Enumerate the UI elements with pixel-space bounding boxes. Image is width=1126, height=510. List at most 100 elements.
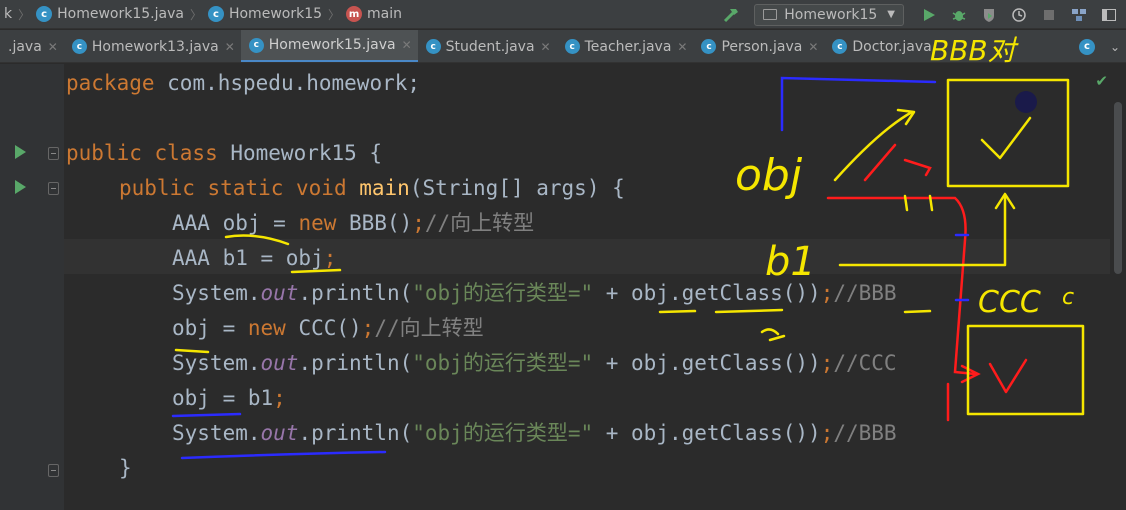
tab-label: Homework13.java bbox=[91, 38, 219, 55]
close-icon[interactable]: ✕ bbox=[541, 40, 551, 54]
tab-doctor[interactable]: c Doctor.java bbox=[824, 30, 937, 62]
run-class-icon[interactable] bbox=[15, 145, 26, 159]
comment: //向上转型 bbox=[424, 211, 535, 235]
scrollbar-thumb[interactable] bbox=[1114, 102, 1122, 274]
string-literal: "obj的运行类型=" bbox=[412, 421, 594, 445]
tab-label: Homework15.java bbox=[268, 37, 396, 53]
close-icon[interactable]: ✕ bbox=[402, 38, 412, 52]
breadcrumb-class[interactable]: c Homework15 bbox=[204, 0, 326, 29]
tab-homework13[interactable]: c Homework13.java ✕ bbox=[64, 30, 241, 62]
application-config-icon bbox=[763, 9, 778, 20]
class-file-icon: c bbox=[36, 6, 53, 22]
bug-icon bbox=[952, 10, 966, 21]
close-icon[interactable]: ✕ bbox=[48, 40, 58, 54]
class-icon: c bbox=[248, 37, 264, 53]
breadcrumb-file-label: Homework15.java bbox=[57, 6, 184, 22]
code-line-8: obj = new CCC();//向上转型 bbox=[172, 311, 484, 346]
keyword: new bbox=[298, 211, 337, 235]
semicolon: ; bbox=[820, 421, 834, 445]
run-configuration-select[interactable]: Homework15 ▼ bbox=[754, 3, 904, 26]
shield-run-icon bbox=[984, 8, 994, 22]
close-icon[interactable]: ✕ bbox=[225, 40, 235, 54]
toolbar: Homework15 ▼ bbox=[720, 0, 1126, 29]
chevron-down-icon[interactable]: ⌄ bbox=[1110, 40, 1120, 54]
build-hammer-icon[interactable] bbox=[720, 4, 742, 26]
semicolon: ; bbox=[820, 351, 834, 375]
editor-tab-bar: .java ✕ c Homework13.java ✕ c Homework15… bbox=[0, 30, 1126, 63]
keyword: new bbox=[247, 316, 286, 340]
coverage-button[interactable] bbox=[976, 4, 1002, 26]
code-line-7: System.out.println("obj的运行类型=" + obj.get… bbox=[172, 276, 897, 311]
fold-icon[interactable] bbox=[48, 182, 59, 195]
tab-label: Person.java bbox=[721, 38, 803, 55]
semicolon: ; bbox=[820, 281, 834, 305]
debug-button[interactable] bbox=[946, 4, 972, 26]
code-line-3: public class Homework15 { bbox=[66, 136, 382, 171]
profiler-button[interactable] bbox=[1006, 4, 1032, 26]
code-token: System. bbox=[172, 351, 261, 375]
code-line-1: package com.hspedu.homework; bbox=[66, 66, 420, 101]
semicolon: ; bbox=[361, 316, 375, 340]
editor-gutter bbox=[0, 64, 64, 510]
code-token: + obj.getClass()) bbox=[593, 281, 821, 305]
code-token: + obj.getClass()) bbox=[593, 351, 821, 375]
keyword: public bbox=[119, 176, 195, 200]
code-token: System. bbox=[172, 421, 261, 445]
class-icon: c bbox=[832, 39, 848, 54]
breadcrumb-separator-icon: 〉 bbox=[189, 7, 202, 22]
stop-button[interactable] bbox=[1036, 4, 1062, 26]
code-line-12: } bbox=[119, 451, 132, 486]
code-token: .println( bbox=[298, 421, 413, 445]
tab-student[interactable]: c Student.java ✕ bbox=[418, 30, 557, 62]
closing-brace: } bbox=[119, 456, 132, 480]
method-icon: m bbox=[346, 6, 363, 22]
class-icon: c bbox=[71, 39, 87, 54]
code-token: com.hspedu.homework; bbox=[154, 71, 421, 95]
project-structure-icon bbox=[1072, 8, 1086, 21]
code-token: BBB() bbox=[336, 211, 413, 235]
code-token: AAA b1 = obj bbox=[172, 246, 324, 270]
string-literal: "obj的运行类型=" bbox=[412, 351, 594, 375]
comment: //BBB bbox=[833, 281, 897, 305]
inspection-ok-icon[interactable]: ✔ bbox=[1095, 72, 1108, 90]
keyword: package bbox=[66, 71, 155, 95]
semicolon: ; bbox=[323, 246, 337, 270]
window-icon bbox=[1102, 8, 1116, 21]
class-icon: c bbox=[701, 39, 717, 54]
static-field: out bbox=[260, 281, 299, 305]
code-token: obj = bbox=[172, 316, 248, 340]
code-token: Homework15 { bbox=[217, 141, 383, 165]
project-structure-button[interactable] bbox=[1066, 4, 1092, 26]
vertical-scrollbar[interactable] bbox=[1110, 64, 1126, 510]
tab-partial-java[interactable]: .java ✕ bbox=[0, 30, 64, 62]
tab-label: Doctor.java bbox=[852, 38, 932, 55]
class-icon: c bbox=[207, 6, 224, 22]
comment: //CCC bbox=[833, 351, 897, 375]
tab-homework15[interactable]: c Homework15.java ✕ bbox=[240, 30, 418, 62]
close-icon[interactable]: ✕ bbox=[677, 40, 687, 54]
fold-icon[interactable] bbox=[48, 147, 59, 160]
class-icon: c bbox=[1078, 38, 1095, 55]
code-line-4: public static void main(String[] args) { bbox=[119, 171, 625, 206]
string-literal: "obj的运行类型=" bbox=[412, 281, 594, 305]
tab-person[interactable]: c Person.java ✕ bbox=[693, 30, 824, 62]
code-line-9: System.out.println("obj的运行类型=" + obj.get… bbox=[172, 346, 897, 381]
comment: //向上转型 bbox=[374, 316, 484, 340]
run-button[interactable] bbox=[916, 4, 942, 26]
close-icon[interactable]: ✕ bbox=[808, 40, 818, 54]
chevron-down-icon: ▼ bbox=[887, 9, 895, 20]
breadcrumb-file[interactable]: c Homework15.java bbox=[32, 0, 188, 29]
code-editor[interactable]: ✔ package com.hspedu.homework; public cl… bbox=[0, 64, 1126, 510]
breadcrumb-method-label: main bbox=[367, 6, 403, 22]
tab-teacher[interactable]: c Teacher.java ✕ bbox=[557, 30, 694, 62]
keyword: void bbox=[283, 176, 347, 200]
code-token: .println( bbox=[298, 351, 413, 375]
fold-icon[interactable] bbox=[48, 464, 59, 477]
class-icon: c bbox=[425, 39, 441, 54]
run-main-icon[interactable] bbox=[15, 180, 26, 194]
breadcrumb-method[interactable]: m main bbox=[342, 0, 406, 29]
tab-label: Student.java bbox=[445, 38, 535, 55]
navigation-bar: k 〉 c Homework15.java 〉 c Homework15 〉 m… bbox=[0, 0, 1126, 29]
breadcrumb-project[interactable]: k bbox=[0, 0, 16, 29]
toggle-window-button[interactable] bbox=[1096, 4, 1122, 26]
